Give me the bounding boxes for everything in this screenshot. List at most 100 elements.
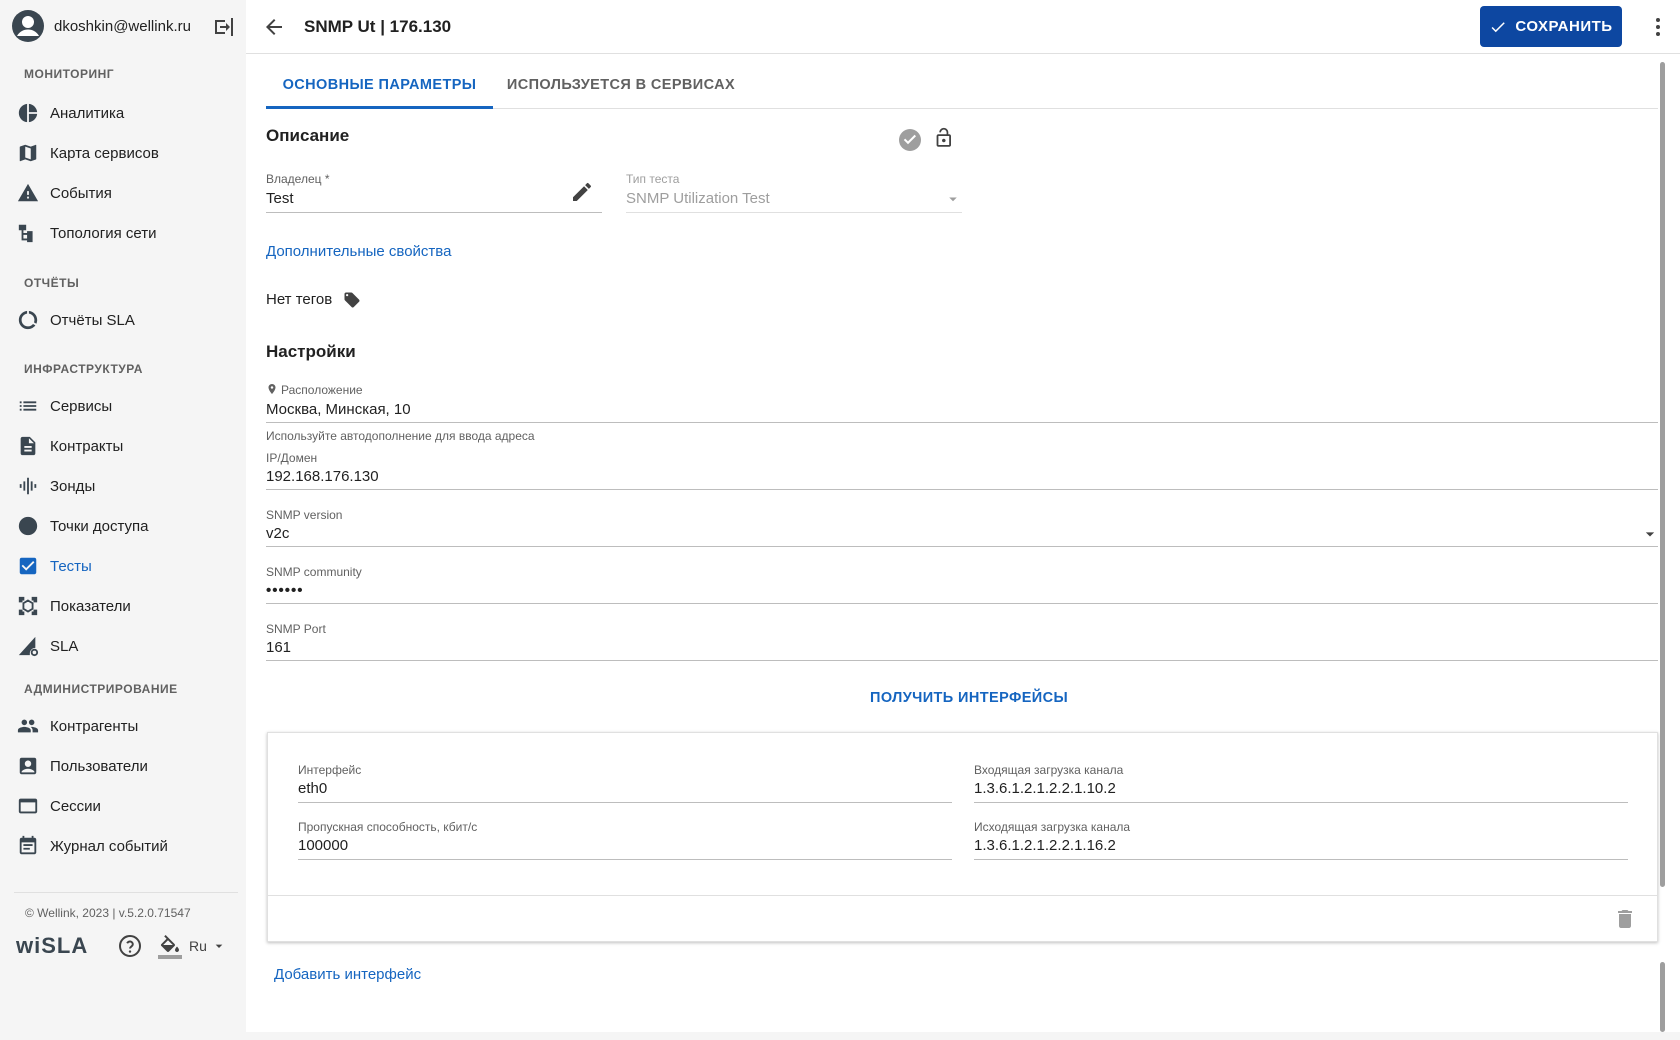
snmp-port-label: SNMP Port	[266, 622, 326, 636]
trash-icon[interactable]	[1613, 907, 1637, 931]
lock-open-icon[interactable]	[930, 127, 954, 151]
sidebar-item-label: Карта сервисов	[50, 144, 159, 162]
snmp-community-field[interactable]: ••••••	[266, 582, 304, 599]
sidebar-item-label: Аналитика	[50, 104, 125, 122]
description-title: Описание	[266, 126, 350, 145]
sidebar-item-label: Пользователи	[50, 757, 148, 775]
save-button-label: СОХРАНИТЬ	[1515, 18, 1613, 35]
section-monitoring: МОНИТОРИНГ	[24, 67, 115, 81]
sidebar-item-topology[interactable]: Топология сети	[16, 215, 240, 251]
tag-icon[interactable]	[343, 291, 361, 309]
user-email: dkoshkin@wellink.ru	[54, 18, 191, 35]
sidebar-item-label: Контракты	[50, 437, 124, 455]
sidebar-item-event-log[interactable]: Журнал событий	[16, 828, 240, 864]
sidebar-item-label: События	[50, 184, 112, 202]
scrollbar[interactable]	[1660, 62, 1665, 887]
sidebar-item-label: Сервисы	[50, 397, 113, 415]
caret-down-icon[interactable]	[1640, 524, 1660, 544]
language-select[interactable]: Ru	[189, 938, 227, 954]
sidebar-item-metrics[interactable]: Показатели	[16, 588, 240, 624]
interface-card: Интерфейс eth0 Входящая загрузка канала …	[267, 732, 1658, 942]
bandwidth-underline	[298, 859, 952, 860]
location-underline	[266, 422, 1658, 423]
snmp-port-field[interactable]: 161	[266, 639, 291, 656]
avatar-icon[interactable]	[12, 10, 44, 42]
ip-underline	[266, 489, 1658, 490]
sidebar-item-label: Журнал событий	[50, 837, 168, 855]
in-load-field[interactable]: 1.3.6.1.2.1.2.2.1.10.2	[974, 780, 1116, 797]
extra-properties-link[interactable]: Дополнительные свойства	[266, 243, 451, 260]
paint-bucket-icon[interactable]	[158, 935, 182, 959]
location-field[interactable]: Москва, Минская, 10	[266, 401, 411, 418]
scrollbar-lower[interactable]	[1660, 962, 1665, 1032]
tab-indicator	[266, 106, 493, 109]
sidebar-item-users[interactable]: Пользователи	[16, 748, 240, 784]
card-divider	[268, 895, 1657, 896]
save-button[interactable]: СОХРАНИТЬ	[1480, 6, 1622, 47]
out-load-field[interactable]: 1.3.6.1.2.1.2.2.1.16.2	[974, 837, 1116, 854]
header: SNMP Ut | 176.130 СОХРАНИТЬ	[246, 0, 1680, 54]
ip-field[interactable]: 192.168.176.130	[266, 468, 379, 485]
snmp-version-select[interactable]: v2c	[266, 525, 289, 542]
snmp-port-underline	[266, 660, 1658, 661]
probe-icon	[16, 474, 40, 498]
sidebar-item-label: Сессии	[50, 797, 101, 815]
out-load-label: Исходящая загрузка канала	[974, 820, 1131, 834]
snmp-version-label: SNMP version	[266, 508, 343, 522]
sidebar-item-services[interactable]: Сервисы	[16, 388, 240, 424]
people-icon	[16, 714, 40, 738]
page-title: SNMP Ut | 176.130	[304, 17, 452, 36]
tab-used-in-services[interactable]: ИСПОЛЬЗУЕТСЯ В СЕРВИСАХ	[493, 62, 749, 108]
bandwidth-label: Пропускная способность, кбит/с	[298, 820, 478, 834]
help-icon[interactable]	[118, 934, 142, 958]
tabs: ОСНОВНЫЕ ПАРАМЕТРЫ ИСПОЛЬЗУЕТСЯ В СЕРВИС…	[266, 62, 1658, 109]
sidebar-item-label: Контрагенты	[50, 717, 139, 735]
sidebar-divider	[14, 892, 238, 893]
arrow-back-icon[interactable]	[262, 15, 286, 39]
tab-main-params[interactable]: ОСНОВНЫЕ ПАРАМЕТРЫ	[266, 62, 493, 108]
test-type-select: SNMP Utilization Test	[626, 190, 770, 207]
edit-icon[interactable]	[570, 180, 594, 204]
sidebar-item-sla-reports[interactable]: Отчёты SLA	[16, 302, 240, 338]
sidebar-item-events[interactable]: События	[16, 175, 240, 211]
sla-icon	[16, 634, 40, 658]
owner-underline	[266, 212, 602, 213]
owner-field[interactable]: Test	[266, 190, 294, 207]
add-interface-link[interactable]: Добавить интерфейс	[274, 966, 421, 983]
check-circle-icon[interactable]	[898, 128, 922, 152]
test-type-underline	[626, 212, 962, 213]
snmp-community-underline	[266, 603, 1658, 604]
logo: wiSLA	[16, 933, 89, 958]
sidebar-item-label: Точки доступа	[50, 517, 149, 535]
sidebar-item-contracts[interactable]: Контракты	[16, 428, 240, 464]
bottom-strip	[246, 1032, 1680, 1040]
window-icon	[16, 794, 40, 818]
caret-down-icon	[949, 197, 957, 202]
interface-label: Интерфейс	[298, 763, 362, 777]
sidebar-item-sessions[interactable]: Сессии	[16, 788, 240, 824]
sidebar-item-tests[interactable]: Тесты	[16, 548, 240, 584]
sidebar-item-counterparties[interactable]: Контрагенты	[16, 708, 240, 744]
get-interfaces-button[interactable]: ПОЛУЧИТЬ ИНТЕРФЕЙСЫ	[870, 690, 1068, 706]
sidebar-item-label: Топология сети	[50, 224, 157, 242]
section-infrastructure: ИНФРАСТРУКТУРА	[24, 362, 143, 376]
logout-icon[interactable]	[212, 15, 236, 39]
sidebar-item-analytics[interactable]: Аналитика	[16, 95, 240, 131]
more-vert-icon[interactable]	[1646, 15, 1670, 39]
snmp-community-label: SNMP community	[266, 565, 362, 579]
sidebar-item-access-points[interactable]: Точки доступа	[16, 508, 240, 544]
sidebar-item-service-map[interactable]: Карта сервисов	[16, 135, 240, 171]
section-administration: АДМИНИСТРИРОВАНИЕ	[24, 682, 178, 696]
map-icon	[16, 141, 40, 165]
user-card-icon	[16, 754, 40, 778]
sidebar-item-sla[interactable]: SLA	[16, 628, 240, 664]
ip-label: IP/Домен	[266, 451, 318, 465]
location-label: Расположение	[281, 383, 363, 397]
bandwidth-field[interactable]: 100000	[298, 837, 348, 854]
test-type-label: Тип теста	[626, 172, 680, 186]
no-tags-text: Нет тегов	[266, 291, 333, 308]
caret-down-icon	[215, 944, 223, 948]
interface-field[interactable]: eth0	[298, 780, 327, 797]
sidebar-item-probes[interactable]: Зонды	[16, 468, 240, 504]
sidebar-item-label: SLA	[50, 637, 79, 655]
